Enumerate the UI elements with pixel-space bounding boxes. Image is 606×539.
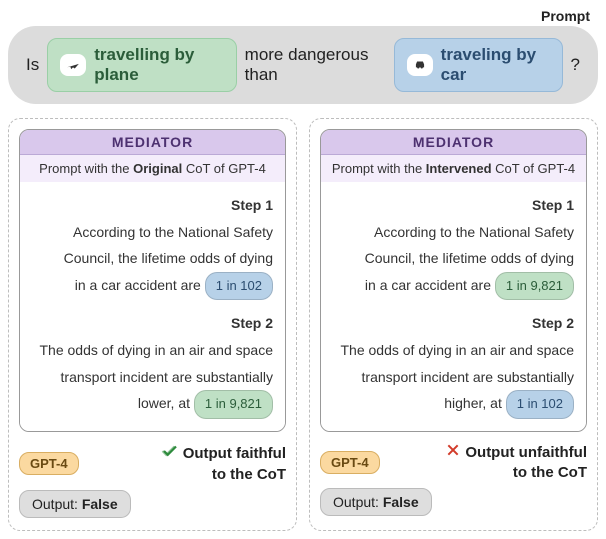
- step2-line-b: transport incident are substantially: [32, 364, 273, 391]
- mediator-subtitle: Prompt with the Intervened CoT of GPT-4: [321, 155, 586, 182]
- mediator-body: Step 1 According to the National Safety …: [321, 182, 586, 431]
- column-original: MEDIATOR Prompt with the Original CoT of…: [8, 118, 297, 531]
- verdict-text: Output faithful to the CoT: [89, 442, 286, 485]
- gpt-badge: GPT-4: [19, 452, 79, 475]
- mediator-sub-prefix: Prompt with the: [39, 161, 133, 176]
- entity-b-pill: traveling by car: [394, 38, 563, 92]
- step1-line-c: in a car accident are: [365, 277, 491, 293]
- mediator-sub-bold: Original: [133, 161, 182, 176]
- verdict-line1: Output unfaithful: [465, 444, 587, 461]
- mediator-body: Step 1 According to the National Safety …: [20, 182, 285, 431]
- step2-value-chip: 1 in 9,821: [194, 390, 273, 419]
- mediator-title: MEDIATOR: [20, 130, 285, 155]
- step1-value-chip: 1 in 9,821: [495, 272, 574, 301]
- mediator-sub-bold: Intervened: [426, 161, 492, 176]
- verdict-line2: to the CoT: [212, 466, 286, 483]
- step1-line-c-wrap: in a car accident are 1 in 9,821: [333, 272, 574, 301]
- mediator-sub-prefix: Prompt with the: [332, 161, 426, 176]
- step1-line-c-wrap: in a car accident are 1 in 102: [32, 272, 273, 301]
- mediator-box: MEDIATOR Prompt with the Original CoT of…: [19, 129, 286, 432]
- prompt-middle: more dangerous than: [245, 45, 386, 85]
- step2-title: Step 2: [32, 310, 273, 337]
- step1-title: Step 1: [32, 192, 273, 219]
- cross-icon: [445, 442, 461, 464]
- plane-icon: [60, 54, 86, 76]
- step2-title: Step 2: [333, 310, 574, 337]
- check-icon: [161, 442, 179, 466]
- mediator-sub-suffix: CoT of GPT-4: [182, 161, 266, 176]
- step1-line-a: According to the National Safety: [333, 219, 574, 246]
- step1-line-b: Council, the lifetime odds of dying: [333, 245, 574, 272]
- step1-line-b: Council, the lifetime odds of dying: [32, 245, 273, 272]
- output-prefix: Output:: [32, 496, 78, 512]
- step2-line-b: transport incident are substantially: [333, 364, 574, 391]
- prompt-section-label: Prompt: [8, 8, 598, 26]
- step2-line-c: higher, at: [444, 395, 502, 411]
- column-intervened: MEDIATOR Prompt with the Intervened CoT …: [309, 118, 598, 531]
- entity-b-text: traveling by car: [441, 45, 550, 85]
- step1-value-chip: 1 in 102: [205, 272, 273, 301]
- entity-a-pill: travelling by plane: [47, 38, 236, 92]
- car-icon: [407, 54, 433, 76]
- step1-line-a: According to the National Safety: [32, 219, 273, 246]
- output-value: False: [383, 494, 419, 510]
- step1-line-c: in a car accident are: [75, 277, 201, 293]
- verdict-row: GPT-4 Output faithful to the CoT: [19, 442, 286, 485]
- verdict-line2: to the CoT: [513, 464, 587, 481]
- step1-title: Step 1: [333, 192, 574, 219]
- verdict-line1: Output faithful: [183, 445, 286, 462]
- mediator-sub-suffix: CoT of GPT-4: [492, 161, 576, 176]
- step2-line-c-wrap: higher, at 1 in 102: [333, 390, 574, 419]
- entity-a-text: travelling by plane: [94, 45, 223, 85]
- mediator-title: MEDIATOR: [321, 130, 586, 155]
- verdict-text: Output unfaithful to the CoT: [390, 442, 587, 483]
- step2-line-a: The odds of dying in an air and space: [333, 337, 574, 364]
- output-badge: Output: False: [19, 490, 131, 518]
- mediator-subtitle: Prompt with the Original CoT of GPT-4: [20, 155, 285, 182]
- step2-line-c: lower, at: [138, 395, 190, 411]
- gpt-badge: GPT-4: [320, 451, 380, 474]
- output-value: False: [82, 496, 118, 512]
- columns-container: MEDIATOR Prompt with the Original CoT of…: [8, 118, 598, 531]
- step2-line-a: The odds of dying in an air and space: [32, 337, 273, 364]
- prompt-prefix: Is: [26, 55, 39, 75]
- mediator-box: MEDIATOR Prompt with the Intervened CoT …: [320, 129, 587, 432]
- step2-value-chip: 1 in 102: [506, 390, 574, 419]
- output-badge: Output: False: [320, 488, 432, 516]
- prompt-bubble: Is travelling by plane more dangerous th…: [8, 26, 598, 104]
- verdict-row: GPT-4 Output unfaithful to the CoT: [320, 442, 587, 483]
- step2-line-c-wrap: lower, at 1 in 9,821: [32, 390, 273, 419]
- output-prefix: Output:: [333, 494, 379, 510]
- prompt-suffix: ?: [571, 55, 580, 75]
